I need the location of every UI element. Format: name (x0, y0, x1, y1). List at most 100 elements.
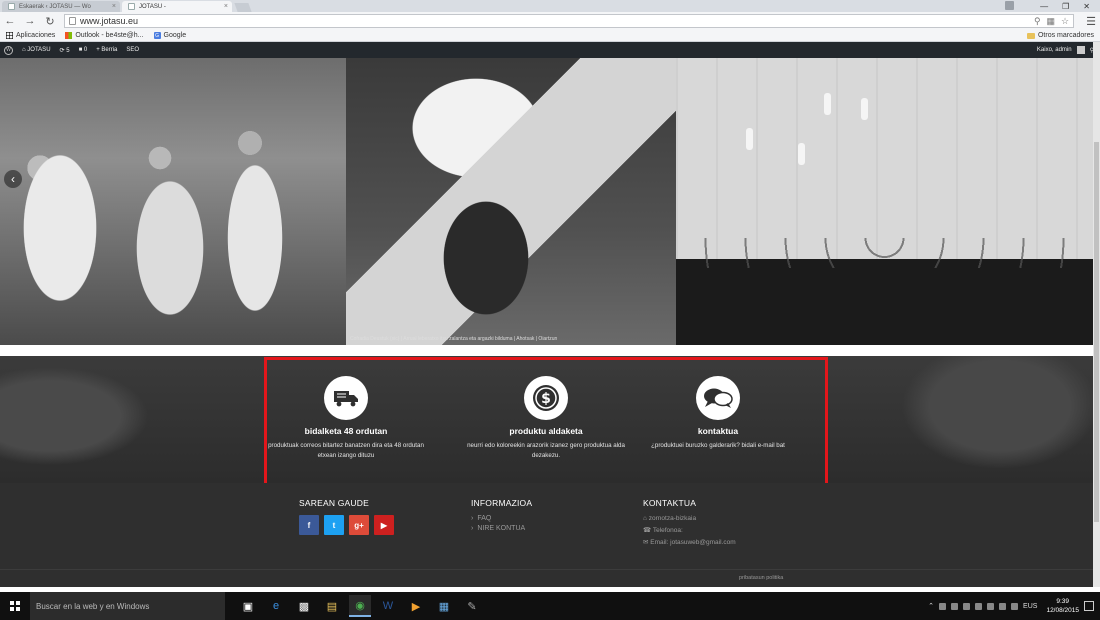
bookmarks-bar: Aplicaciones Outlook - be4ste@h... G Goo… (0, 30, 1100, 42)
updates-count: 5 (66, 47, 70, 54)
browser-tab-jotasu[interactable]: JOTASU - × (122, 1, 232, 12)
privacy-policy-link[interactable]: pribatasun politika (739, 575, 783, 581)
edge-icon[interactable]: e (265, 595, 287, 617)
page-scrollbar[interactable] (1093, 42, 1100, 587)
start-button[interactable] (0, 592, 30, 620)
app-tray-icon[interactable] (1011, 602, 1019, 610)
bookmark-star-icon[interactable]: ☆ (1061, 16, 1069, 27)
bookmark-outlook[interactable]: Outlook - be4ste@h... (65, 32, 144, 39)
phone-icon: ☎ (643, 527, 652, 534)
volume-icon[interactable] (963, 602, 971, 610)
footer-email[interactable]: ✉ Email: jotasuweb@gmail.com (643, 538, 736, 546)
bookmark-label: Otros marcadores (1037, 32, 1094, 39)
tab-close-icon[interactable]: × (224, 3, 228, 10)
url-input[interactable]: www.jotasu.eu ⚲ ▦ ☆ (64, 14, 1075, 28)
maximize-button[interactable]: ❐ (1062, 2, 1069, 11)
comments-count: 0 (83, 47, 88, 53)
system-tray: ⌃ EUS 9:39 12/08/2015 (928, 597, 1100, 615)
file-explorer-icon[interactable]: ▤ (321, 595, 343, 617)
close-window-button[interactable]: ✕ (1083, 2, 1090, 11)
word-icon[interactable]: W (377, 595, 399, 617)
bookmark-label: Google (163, 32, 187, 39)
hero-photo-stone-lifter (346, 58, 676, 345)
clock-date: 12/08/2015 (1046, 607, 1079, 614)
features-section: bidalketa 48 ordutan produktuak correos … (0, 356, 1093, 488)
other-bookmarks[interactable]: Otros marcadores (1026, 32, 1094, 39)
minimize-button[interactable]: — (1040, 2, 1048, 11)
wp-comments[interactable]: ■ 0 (79, 47, 88, 53)
browser-tab-strip: Eskaerak ‹ JOTASU — Wo × JOTASU - × — ❐ … (0, 0, 1100, 12)
back-arrow-icon[interactable]: ← (4, 15, 16, 27)
slider-prev-button[interactable]: ‹ (4, 170, 22, 188)
footer-contact-column: KONTAKTUA ⌂ zornotza-bizkaia ☎ Telefonoa… (643, 498, 736, 550)
phone-text: Telefonoa: (652, 527, 683, 534)
wp-site-name[interactable]: ⌂ JOTASU (22, 47, 51, 53)
footer-social-column: SAREAN GAUDE f t g+ ▶ (299, 498, 394, 535)
media-player-icon[interactable]: ▶ (405, 595, 427, 617)
player-figure (861, 98, 868, 120)
wp-updates[interactable]: ⟳ 5 (60, 47, 70, 54)
hero-slider: Cofradia Deustuk (sic) | Arrual leberatx… (0, 58, 1093, 345)
browser-menu-icon[interactable]: ☰ (1086, 15, 1096, 28)
mail-icon: ✉ (643, 539, 649, 546)
language-indicator[interactable]: EUS (1023, 603, 1037, 610)
bookmark-label: Outlook - be4ste@h... (75, 32, 144, 39)
bookmark-label: Aplicaciones (16, 32, 56, 39)
translate-icon[interactable]: ▦ (1047, 16, 1056, 27)
twitter-icon[interactable]: t (324, 515, 344, 535)
clock-time: 9:39 (1056, 598, 1070, 605)
youtube-icon[interactable]: ▶ (374, 515, 394, 535)
footer-link-faq[interactable]: › FAQ (471, 515, 532, 522)
address-text: zornotza-bizkaia (648, 515, 697, 522)
wp-greeting[interactable]: Kaixo, admin (1037, 47, 1072, 53)
taskbar-search-input[interactable]: Buscar en la web y en Windows (30, 592, 225, 620)
address-bar-row: ← → ↻ www.jotasu.eu ⚲ ▦ ☆ ☰ (0, 12, 1100, 30)
hero-photo-dancers (0, 58, 346, 345)
photo-caption: Cofradia Deustuk (sic) | Arrual leberatx… (350, 336, 558, 342)
new-tab-button[interactable] (234, 3, 252, 12)
google-plus-icon[interactable]: g+ (349, 515, 369, 535)
wp-new-button[interactable]: + Berria (96, 47, 117, 53)
bunting-decoration (676, 238, 1093, 268)
app-tray-icon[interactable] (999, 602, 1007, 610)
facebook-icon[interactable]: f (299, 515, 319, 535)
divider (0, 345, 1093, 356)
wordpress-logo-icon[interactable]: W (4, 45, 13, 55)
bookmark-google[interactable]: G Google (153, 32, 187, 39)
show-hidden-icons-icon[interactable]: ⌃ (928, 602, 934, 610)
player-figure (746, 128, 753, 150)
wp-seo-menu[interactable]: SEO (126, 47, 139, 53)
social-links: f t g+ ▶ (299, 515, 394, 535)
wp-admin-bar: W ⌂ JOTASU ⟳ 5 ■ 0 + Berria SEO Kaixo, a… (0, 42, 1100, 58)
window-controls: — ❐ ✕ (1030, 0, 1100, 12)
footer-link-account[interactable]: › NIRE KONTUA (471, 525, 532, 532)
browser-tab-orders[interactable]: Eskaerak ‹ JOTASU — Wo × (2, 1, 120, 12)
tab-close-icon[interactable]: × (112, 3, 116, 10)
forward-arrow-icon[interactable]: → (24, 15, 36, 27)
player-figure (798, 143, 805, 165)
chrome-icon[interactable]: ◉ (349, 595, 371, 617)
taskbar-clock[interactable]: 9:39 12/08/2015 (1046, 597, 1079, 615)
zoom-icon[interactable]: ⚲ (1034, 16, 1041, 27)
footer-heading: KONTAKTUA (643, 498, 697, 508)
action-center-icon[interactable] (1084, 601, 1094, 611)
network-icon[interactable] (951, 602, 959, 610)
battery-icon[interactable] (975, 602, 983, 610)
footer-heading: INFORMAZIOA (471, 498, 533, 508)
google-icon: G (153, 32, 161, 39)
paint-icon[interactable]: ✎ (461, 595, 483, 617)
url-text: www.jotasu.eu (80, 16, 139, 26)
bluetooth-icon[interactable] (939, 602, 947, 610)
bookmark-apps[interactable]: Aplicaciones (6, 32, 55, 39)
footer-divider (0, 569, 1093, 570)
tab-title: JOTASU - (139, 3, 166, 10)
reload-icon[interactable]: ↻ (44, 15, 56, 28)
store-icon[interactable]: ▩ (293, 595, 315, 617)
profile-icon[interactable] (1005, 1, 1014, 10)
taskbar-apps: ▣ e ▩ ▤ ◉ W ▶ ▦ ✎ (237, 595, 483, 617)
task-view-icon[interactable]: ▣ (237, 595, 259, 617)
antivirus-icon[interactable] (987, 602, 995, 610)
avatar[interactable] (1076, 46, 1085, 54)
photos-icon[interactable]: ▦ (433, 595, 455, 617)
scrollbar-thumb[interactable] (1094, 142, 1099, 522)
